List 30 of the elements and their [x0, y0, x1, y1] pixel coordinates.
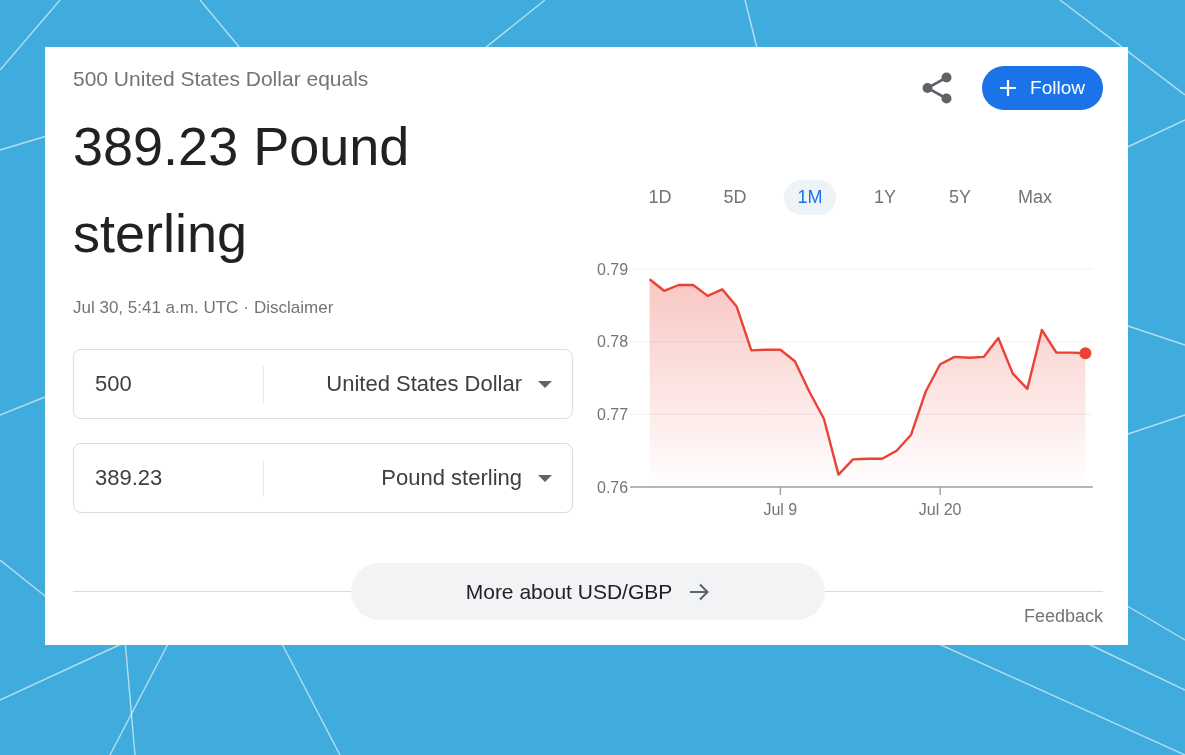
caret-icon [538, 474, 552, 482]
range-tab[interactable]: 5Y [934, 180, 986, 215]
follow-button[interactable]: Follow [982, 66, 1103, 110]
timestamp: Jul 30, 5:41 a.m. UTC [73, 297, 239, 319]
axis-label: Jul 9 [763, 500, 798, 518]
feedback-link[interactable]: Feedback [1023, 606, 1103, 626]
amount-field[interactable]: 389.23 [95, 465, 245, 491]
axis-label: 0.79 [597, 260, 629, 278]
plus-icon [1000, 80, 1017, 96]
conversion-result: 389.23 Pound sterling [73, 115, 411, 265]
conversion-summary: 500 United States Dollar equals [73, 66, 370, 92]
range-tab[interactable]: 5D [709, 180, 761, 215]
axis-label: 0.78 [597, 333, 629, 351]
more-about-button[interactable]: More about USD/GBP [351, 563, 825, 620]
range-tab[interactable]: 1D [634, 180, 686, 215]
range-tab[interactable]: 1Y [859, 180, 911, 215]
axis-label: 0.77 [597, 405, 629, 423]
share-icon[interactable] [922, 72, 953, 104]
end-point-dot [1079, 347, 1092, 360]
amount-field[interactable]: 500 [95, 371, 245, 397]
disclaimer-link[interactable]: Disclaimer [254, 297, 334, 319]
arrow-right-icon [690, 582, 711, 601]
axis-label: Jul 20 [918, 500, 962, 518]
separator-dot: · [243, 297, 249, 319]
range-tab[interactable]: Max [1009, 180, 1061, 215]
currency-dropdown[interactable]: Pound sterling [381, 465, 552, 491]
axis-label: 0.76 [597, 478, 629, 496]
caret-icon [538, 380, 552, 388]
range-tab[interactable]: 1M [784, 180, 836, 215]
currency-dropdown[interactable]: United States Dollar [326, 371, 552, 397]
